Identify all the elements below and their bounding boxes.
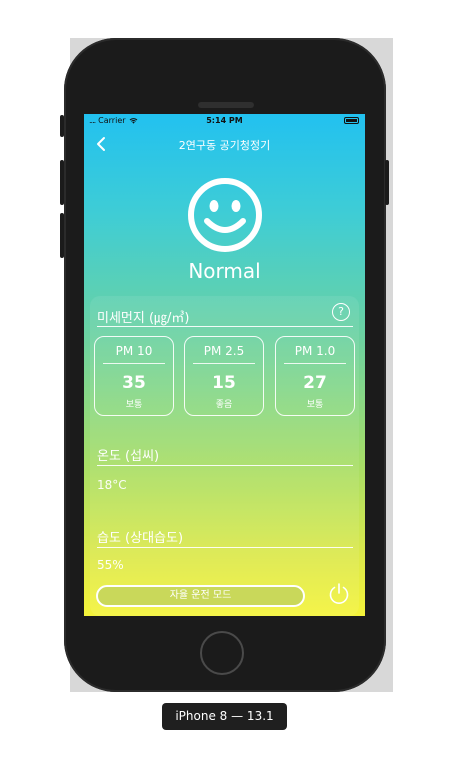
- air-status-label: Normal: [188, 259, 261, 283]
- status-time: 5:14 PM: [206, 116, 243, 125]
- temperature-section-title: 온도 (섭씨): [97, 449, 160, 464]
- humidity-section-title: 습도 (상대습도): [97, 531, 184, 546]
- dust-section-divider: [97, 326, 353, 327]
- pm-value: 35: [122, 373, 146, 393]
- page-title: 2연구동 공기청정기: [178, 139, 271, 152]
- pm-value: 15: [212, 373, 236, 393]
- app-screen: .... Carrier 5:14 PM 2연구동 공기청정기 Normal 미…: [84, 114, 365, 616]
- humidity-section-divider: [97, 547, 353, 548]
- temperature-value: 18°C: [97, 478, 127, 492]
- temperature-section-divider: [97, 465, 353, 466]
- help-icon[interactable]: ?: [332, 303, 350, 321]
- navigation-bar: 2연구동 공기청정기: [84, 133, 365, 157]
- pm-grade: 보통: [125, 400, 143, 410]
- status-bar: .... Carrier 5:14 PM: [84, 114, 365, 128]
- pm-grade: 보통: [306, 400, 324, 410]
- smiley-face-icon: [188, 178, 262, 252]
- auto-mode-button[interactable]: 자율 운전 모드: [96, 585, 305, 607]
- battery-icon: [344, 117, 359, 124]
- pm-label: PM 2.5: [203, 344, 245, 358]
- silent-switch: [60, 115, 64, 137]
- simulator-device-label: iPhone 8 — 13.1: [162, 703, 287, 730]
- pm-value: 27: [303, 373, 327, 393]
- pm-divider: [193, 363, 255, 364]
- power-side-button: [385, 160, 389, 205]
- pm-grade: 좋음: [215, 400, 233, 410]
- pm10-card: PM 10 35 보통: [94, 336, 174, 416]
- bottom-control-bar: 자율 운전 모드: [84, 576, 365, 616]
- power-icon[interactable]: [327, 582, 351, 606]
- humidity-value: 55%: [97, 558, 124, 572]
- dust-section-title: 미세먼지 (㎍/㎥): [97, 311, 190, 326]
- pm-divider: [284, 363, 346, 364]
- volume-up-button: [60, 160, 64, 205]
- earpiece-speaker: [198, 102, 254, 108]
- pm25-card: PM 2.5 15 좋음: [184, 336, 264, 416]
- pm-label: PM 10: [115, 344, 153, 358]
- pm-label: PM 1.0: [294, 344, 336, 358]
- home-button[interactable]: [200, 631, 244, 675]
- volume-down-button: [60, 213, 64, 258]
- pm1-card: PM 1.0 27 보통: [275, 336, 355, 416]
- pm-divider: [103, 363, 165, 364]
